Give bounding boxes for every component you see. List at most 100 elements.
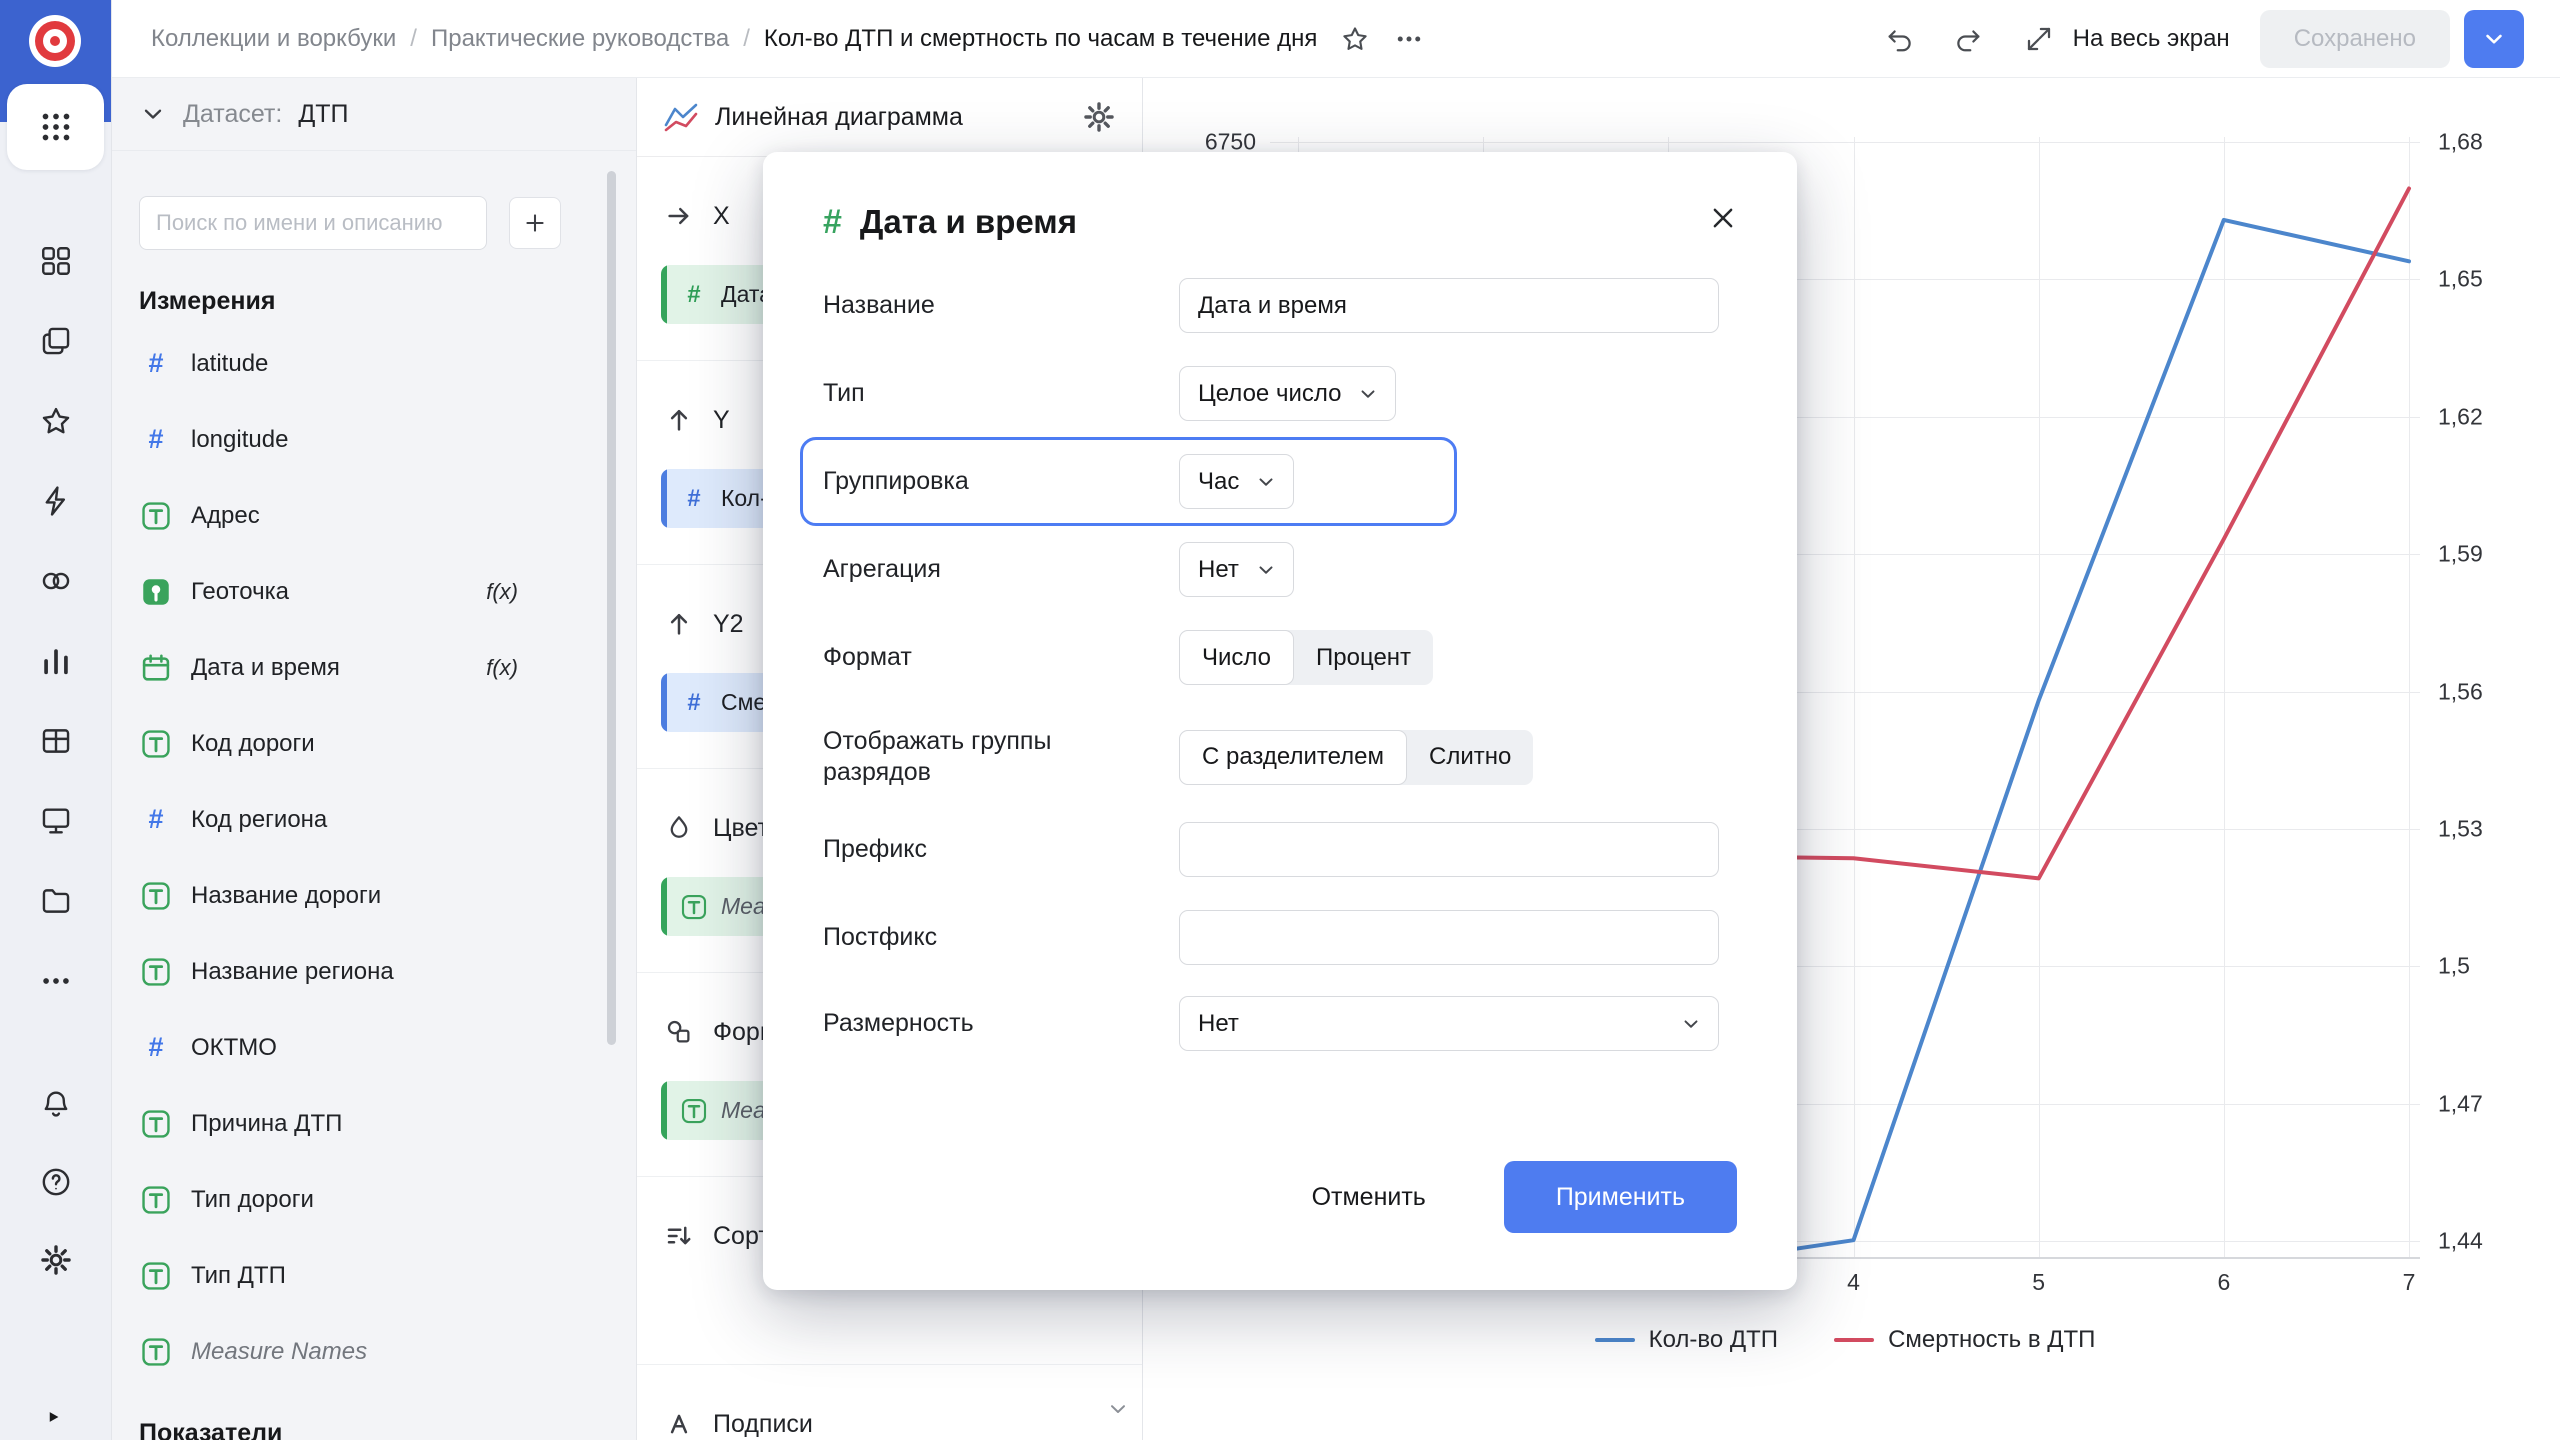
format-option[interactable]: Число [1179, 630, 1295, 685]
more-actions-icon[interactable] [1387, 17, 1431, 61]
format-field-label: Формат [823, 643, 912, 671]
number-type-icon: # [679, 280, 709, 310]
postfix-input[interactable] [1179, 910, 1719, 965]
search-input[interactable] [139, 196, 487, 250]
close-icon[interactable] [1701, 196, 1745, 240]
chart-type-label[interactable]: Линейная диаграмма [715, 103, 963, 132]
star-icon[interactable] [37, 402, 75, 440]
question-icon[interactable] [37, 1163, 75, 1201]
section-label: Y2 [713, 609, 744, 638]
scrollbar-thumb[interactable] [607, 171, 616, 1045]
monitor-icon[interactable] [37, 802, 75, 840]
breadcrumb-collections[interactable]: Коллекции и воркбуки [151, 25, 396, 53]
dataset-field-row[interactable]: Адрес [111, 478, 636, 554]
gear-icon[interactable] [1082, 100, 1116, 134]
dataset-name[interactable]: ДТП [298, 100, 348, 129]
breadcrumb-workbook[interactable]: Практические руководства [431, 25, 729, 53]
svg-text:#: # [687, 688, 700, 715]
line-chart-icon[interactable] [663, 99, 699, 135]
grouping-select[interactable]: Час [1179, 454, 1295, 509]
apps-grid-icon[interactable] [7, 84, 104, 170]
bar-chart-icon[interactable] [37, 642, 75, 680]
format-option[interactable]: Процент [1294, 630, 1433, 685]
string-type-icon [139, 1107, 173, 1141]
add-field-button[interactable] [509, 197, 561, 249]
aggregation-select[interactable]: Нет [1179, 542, 1294, 597]
digit-groups-option[interactable]: С разделителем [1179, 729, 1407, 785]
chevron-down-icon[interactable] [139, 100, 167, 128]
dataset-field-row[interactable]: # latitude [111, 326, 636, 402]
section-label: X [713, 201, 730, 230]
digit-groups-option[interactable]: Слитно [1407, 730, 1533, 785]
redo-icon[interactable] [1947, 17, 1991, 61]
dataset-search-row [111, 151, 636, 250]
x-axis-tick-label: 5 [2032, 1269, 2046, 1295]
chip-accent-bar [661, 673, 667, 732]
dimension-field-label: Размерность [823, 1009, 974, 1037]
arrow-up-icon [661, 606, 697, 642]
undo-icon[interactable] [1877, 17, 1921, 61]
expand-icon [2017, 17, 2061, 61]
legend-item[interactable]: Смертность в ДТП [1834, 1326, 2095, 1354]
type-select[interactable]: Целое число [1179, 366, 1397, 421]
dataset-field-row[interactable]: # longitude [111, 402, 636, 478]
scroll-down-indicator[interactable] [1106, 1397, 1130, 1426]
dataset-field-row[interactable]: Measure Names [111, 1314, 636, 1390]
dataset-field-row[interactable]: Тип дороги [111, 1162, 636, 1238]
prefix-input[interactable] [1179, 822, 1719, 877]
legend-item[interactable]: Кол-во ДТП [1594, 1326, 1778, 1354]
name-input[interactable] [1179, 278, 1719, 333]
gear-icon[interactable] [37, 1241, 75, 1279]
chart-type-header: Линейная диаграмма [637, 78, 1142, 157]
datalens-logo[interactable] [29, 15, 81, 67]
save-dropdown-button[interactable] [2464, 9, 2524, 68]
favorite-star-icon[interactable] [1333, 17, 1377, 61]
lightning-icon[interactable] [37, 482, 75, 520]
bell-icon[interactable] [37, 1085, 75, 1123]
svg-text:#: # [149, 424, 164, 454]
fullscreen-control[interactable]: На весь экран [2017, 17, 2230, 61]
double-circle-icon[interactable] [37, 562, 75, 600]
table-icon[interactable] [37, 722, 75, 760]
right-axis-tick-label: 1,62 [2438, 403, 2483, 430]
topbar-actions: На весь экран Сохранено [1877, 9, 2524, 68]
legend-label: Смертность в ДТП [1888, 1326, 2096, 1353]
field-label: Код региона [191, 806, 328, 833]
layers-icon[interactable] [37, 322, 75, 360]
dataset-field-row[interactable]: # Код региона [111, 782, 636, 858]
section-labels-header: Подписи [661, 1401, 1118, 1440]
four-squares-icon[interactable] [37, 242, 75, 280]
chip-accent-bar [661, 265, 667, 324]
dataset-field-row[interactable]: Код дороги [111, 706, 636, 782]
ellipsis-icon[interactable] [37, 962, 75, 1000]
chevron-down-icon [1255, 471, 1277, 493]
apply-button[interactable]: Применить [1503, 1161, 1737, 1233]
dataset-field-row[interactable]: Геоточка f(x) [111, 554, 636, 630]
top-bar: Коллекции и воркбуки / Практические руко… [111, 0, 2560, 78]
dataset-panel: Датасет: ДТП Измерения # latitude # longitu… [111, 78, 637, 1440]
dataset-field-row[interactable]: Тип ДТП [111, 1238, 636, 1314]
folder-icon[interactable] [37, 882, 75, 920]
dimension-select[interactable]: Нет [1179, 996, 1719, 1051]
dataset-field-row[interactable]: Название региона [111, 934, 636, 1010]
dataset-field-row[interactable]: # ОКТМО [111, 1010, 636, 1086]
string-type-icon [139, 499, 173, 533]
breadcrumb-separator: / [410, 24, 417, 52]
aggregation-field-label: Агрегация [823, 555, 941, 583]
dataset-header[interactable]: Датасет: ДТП [111, 78, 636, 151]
breadcrumb: Коллекции и воркбуки / Практические руко… [151, 25, 1317, 53]
play-collapse-icon[interactable] [40, 1404, 66, 1435]
cancel-button[interactable]: Отменить [1284, 1161, 1454, 1233]
field-label: Название региона [191, 958, 394, 985]
saved-button: Сохранено [2259, 9, 2450, 68]
dataset-field-row[interactable]: Дата и время f(x) [111, 630, 636, 706]
number-type-icon: # [823, 203, 842, 241]
number-type-icon: # [139, 1031, 173, 1065]
digit-groups-segmented: С разделителем Слитно [1179, 729, 1534, 785]
dataset-field-row[interactable]: Причина ДТП [111, 1086, 636, 1162]
field-label: longitude [191, 426, 289, 453]
breadcrumb-current-chart: Кол-во ДТП и смертность по часам в течен… [763, 24, 1318, 52]
dataset-field-row[interactable]: Название дороги [111, 858, 636, 934]
chip-accent-bar [661, 1081, 667, 1140]
type-field-label: Тип [823, 379, 865, 407]
